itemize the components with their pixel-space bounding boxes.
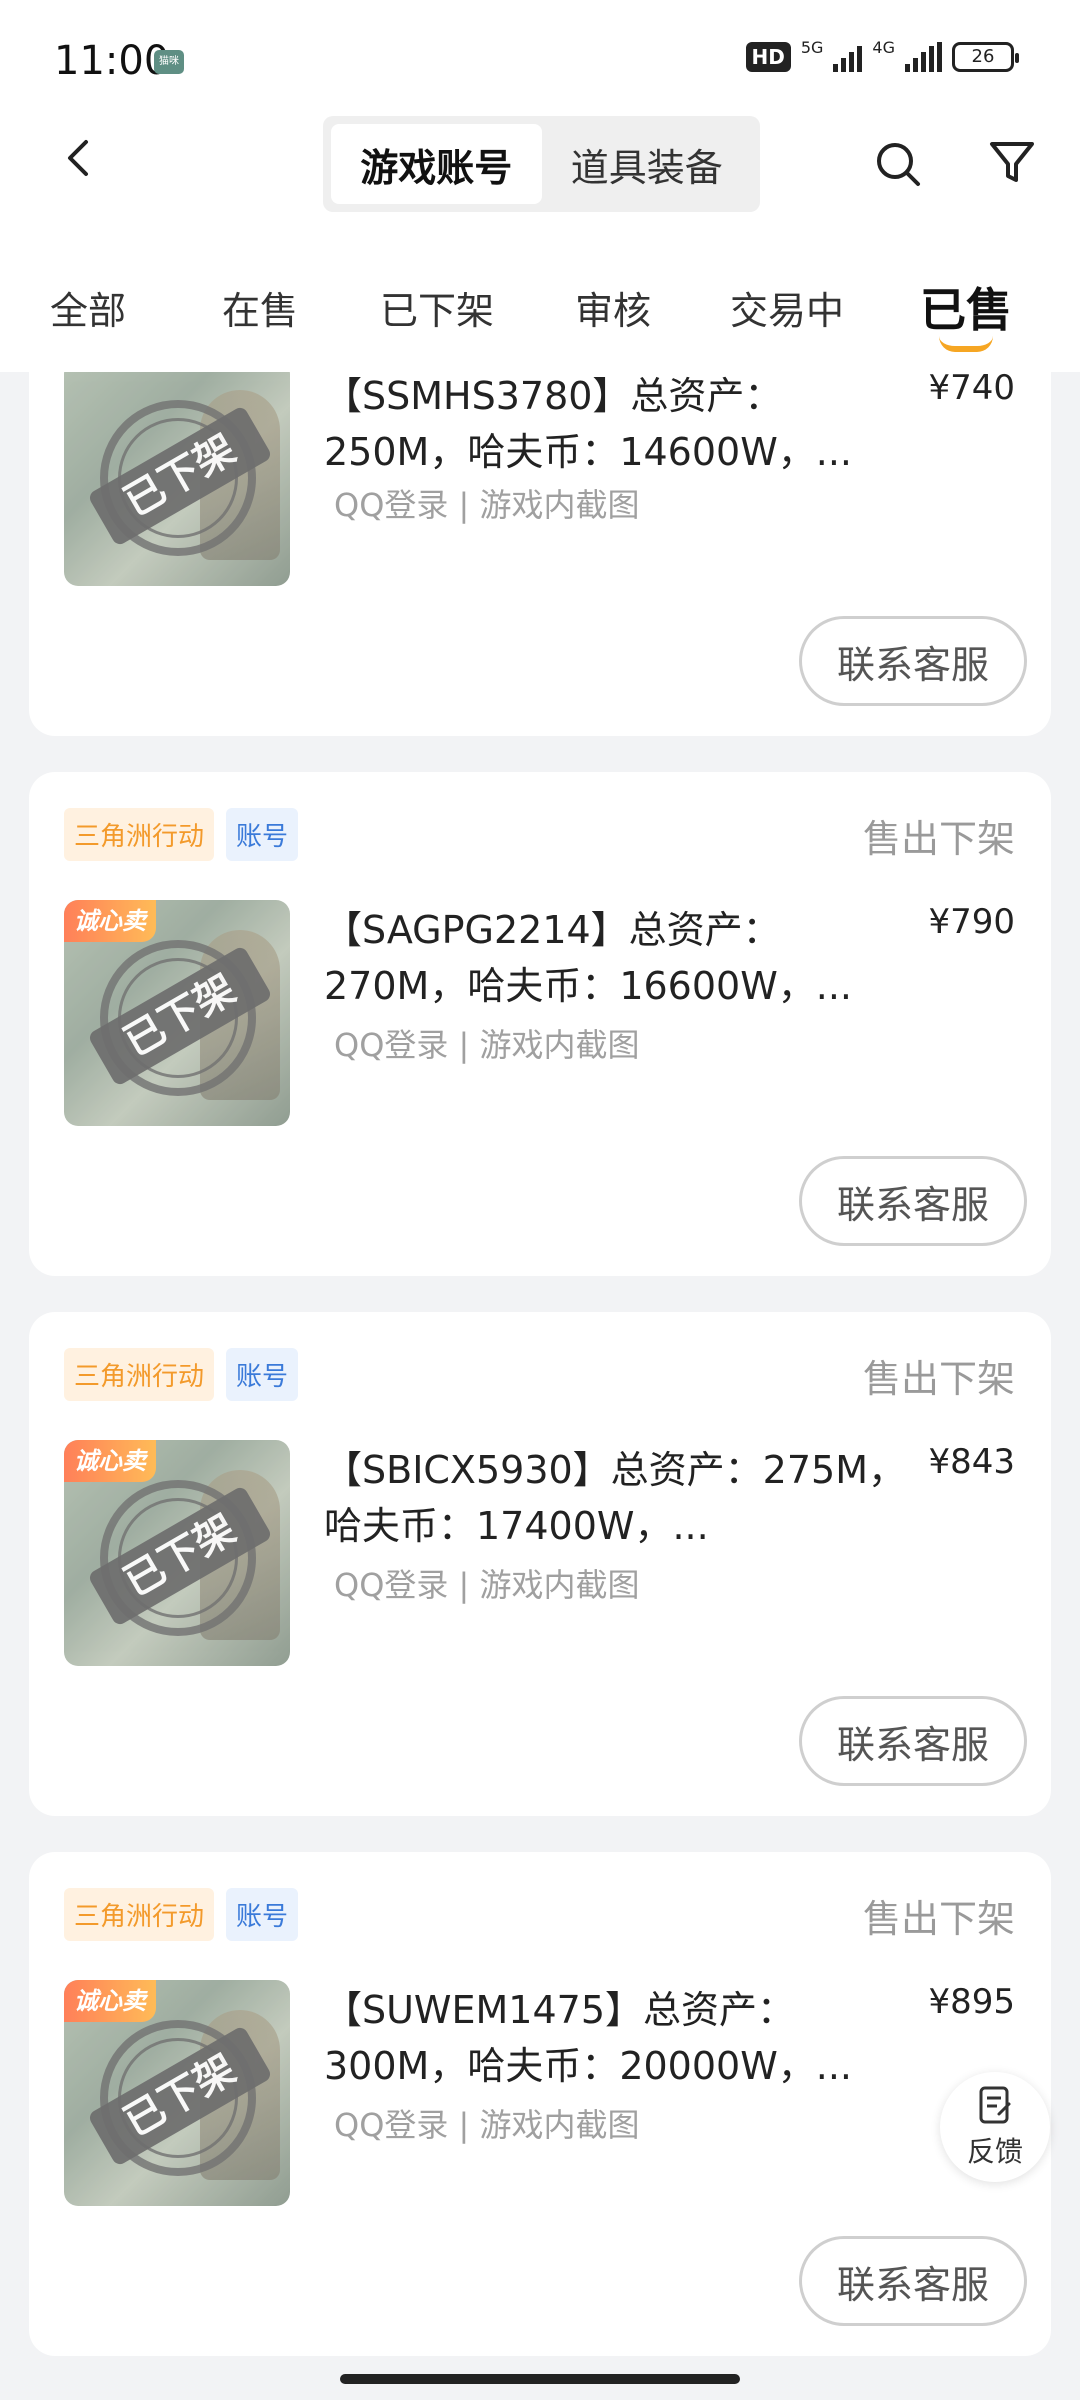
order-title[interactable]: 【SSMHS3780】总资产：250M，哈夫币：14600W，... <box>324 368 914 480</box>
tab-all[interactable]: 全部 <box>50 280 126 335</box>
order-price: ¥895 <box>928 1982 1015 2022</box>
sincere-sale-badge: 诚心卖 <box>64 1440 156 1482</box>
type-tag: 账号 <box>226 1348 299 1401</box>
game-tag: 三角洲行动 <box>64 1348 215 1401</box>
signal-icon <box>833 42 863 72</box>
order-card[interactable]: 三角洲行动 账号 售出下架 诚心卖 已下架 【SBICX5930】总资产：275… <box>29 1312 1051 1816</box>
type-tag: 账号 <box>226 808 299 861</box>
tag-row: 三角洲行动 账号 <box>64 1348 299 1401</box>
back-arrow-icon[interactable] <box>56 134 104 182</box>
product-thumbnail[interactable]: 诚心卖 已下架 <box>64 1980 290 2206</box>
contact-support-button[interactable]: 联系客服 <box>799 616 1027 706</box>
order-card[interactable]: 三角洲行动 账号 售出下架 诚心卖 已下架 【SAGPG2214】总资产：270… <box>29 772 1051 1276</box>
order-state: 售出下架 <box>862 1357 1015 1401</box>
tag-row: 三角洲行动 账号 <box>64 808 299 861</box>
tab-trading[interactable]: 交易中 <box>730 280 844 335</box>
order-subtitle: QQ登录 | 游戏内截图 <box>334 2106 640 2144</box>
order-title[interactable]: 【SAGPG2214】总资产：270M，哈夫币：16600W，... <box>324 902 914 1014</box>
segment-items-equipment[interactable]: 道具装备 <box>542 124 753 204</box>
order-state: 售出下架 <box>862 1897 1015 1941</box>
status-time: 11:00 <box>54 38 170 84</box>
contact-support-button[interactable]: 联系客服 <box>799 1696 1027 1786</box>
order-title[interactable]: 【SUWEM1475】总资产：300M，哈夫币：20000W，... <box>324 1982 914 2094</box>
game-tag: 三角洲行动 <box>64 808 215 861</box>
order-title[interactable]: 【SBICX5930】总资产：275M，哈夫币：17400W，... <box>324 1442 914 1554</box>
order-price: ¥790 <box>928 902 1015 942</box>
order-subtitle: QQ登录 | 游戏内截图 <box>334 1026 640 1064</box>
tag-row: 三角洲行动 账号 <box>64 1888 299 1941</box>
tab-delisted[interactable]: 已下架 <box>380 280 494 335</box>
product-thumbnail[interactable]: 已下架 <box>64 360 290 586</box>
tab-sold[interactable]: 已售 <box>920 274 1012 340</box>
search-icon[interactable] <box>872 138 924 190</box>
active-tab-indicator <box>939 336 993 352</box>
sincere-sale-badge: 诚心卖 <box>64 1980 156 2022</box>
network-4g-label: 4G <box>872 38 895 57</box>
filter-icon[interactable] <box>986 136 1038 188</box>
order-price: ¥843 <box>928 1442 1015 1482</box>
product-thumbnail[interactable]: 诚心卖 已下架 <box>64 1440 290 1666</box>
nav-row: 游戏账号 道具装备 <box>0 112 1080 212</box>
order-price: ¥740 <box>928 368 1015 408</box>
order-state: 售出下架 <box>862 817 1015 861</box>
feedback-button[interactable]: 反馈 <box>940 2072 1050 2182</box>
feedback-label: 反馈 <box>966 2135 1023 2168</box>
order-subtitle: QQ登录 | 游戏内截图 <box>334 1566 640 1604</box>
type-tag: 账号 <box>226 1888 299 1941</box>
contact-support-button[interactable]: 联系客服 <box>799 1156 1027 1246</box>
status-tabs: 全部 在售 已下架 审核 交易中 已售 <box>0 262 1080 358</box>
hd-icon: HD <box>745 42 791 72</box>
home-indicator[interactable] <box>340 2374 740 2384</box>
battery-icon: 26 <box>952 42 1019 72</box>
tab-on-sale[interactable]: 在售 <box>222 280 298 335</box>
network-5g-label: 5G <box>800 38 824 57</box>
game-tag: 三角洲行动 <box>64 1888 215 1941</box>
feedback-icon <box>979 2086 1011 2124</box>
segment-game-account[interactable]: 游戏账号 <box>331 124 542 204</box>
sincere-sale-badge: 诚心卖 <box>64 900 156 942</box>
product-thumbnail[interactable]: 诚心卖 已下架 <box>64 900 290 1126</box>
status-icons: HD 5G 4G 26 <box>745 38 1019 72</box>
tab-review[interactable]: 审核 <box>575 280 651 335</box>
order-card[interactable]: 三角洲行动 账号 售出下架 诚心卖 已下架 【SUWEM1475】总资产：300… <box>29 1852 1051 2356</box>
contact-support-button[interactable]: 联系客服 <box>799 2236 1027 2326</box>
header: 11:00 猫咪 HD 5G 4G 26 游戏账号 道具装备 全部 在售 已下架… <box>0 0 1080 372</box>
category-segmented-control: 游戏账号 道具装备 <box>323 116 760 212</box>
notification-app-icon: 猫咪 <box>154 50 184 74</box>
status-bar: 11:00 猫咪 HD 5G 4G 26 <box>0 0 1080 120</box>
order-subtitle: QQ登录 | 游戏内截图 <box>334 486 640 524</box>
signal-icon <box>905 42 942 72</box>
